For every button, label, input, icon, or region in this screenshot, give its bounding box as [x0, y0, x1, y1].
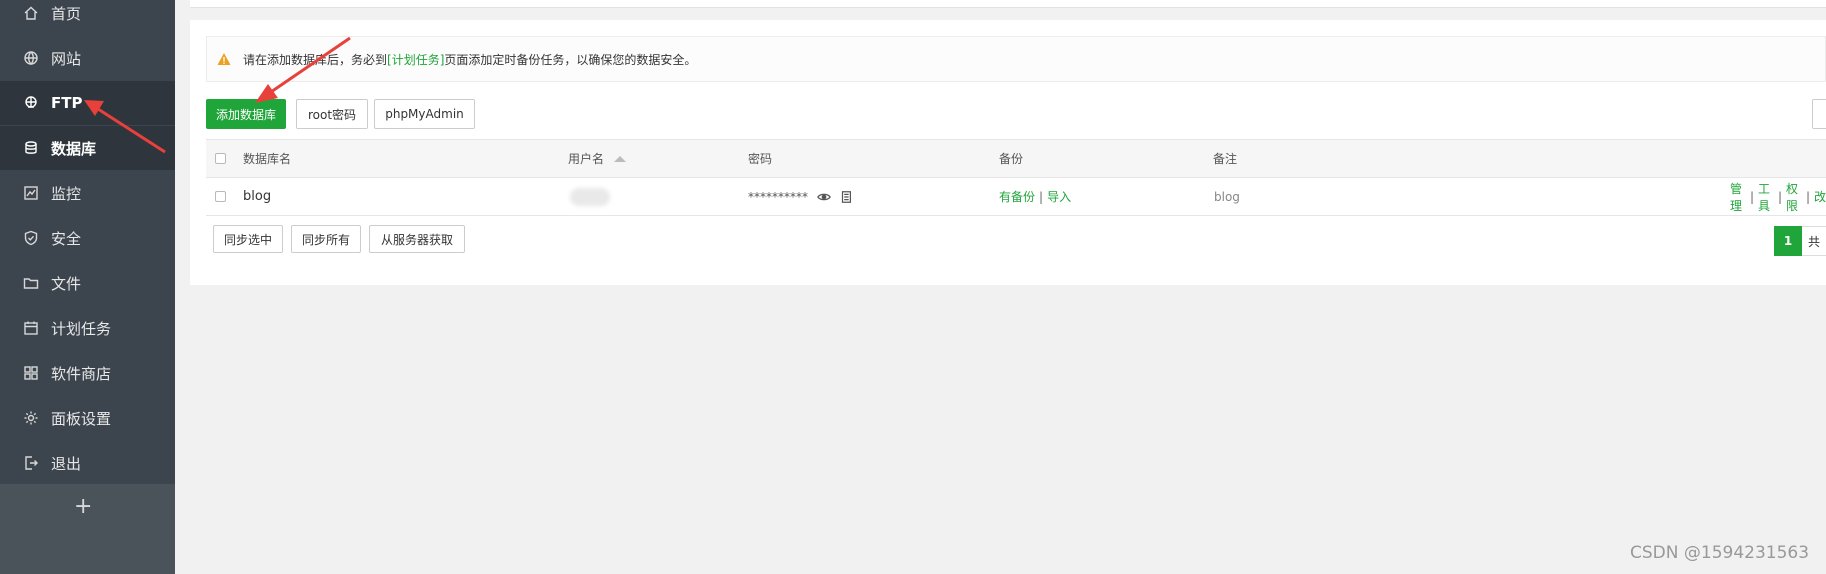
sidebar-item-label: 安全	[51, 229, 82, 248]
sidebar: 首页 网站 FTP 数据库 监控 安全 文件 计划任务 软件商店 面板设置 退出	[0, 0, 175, 574]
username-blurred	[570, 187, 610, 206]
sidebar-item-settings[interactable]: 面板设置	[0, 396, 175, 440]
add-database-button[interactable]: 添加数据库	[206, 99, 286, 129]
sidebar-item-security[interactable]: 安全	[0, 216, 175, 260]
warning-text-suffix: 页面添加定时备份任务，以确保您的数据安全。	[444, 52, 697, 67]
backup-warning: 请在添加数据库后，务必到 [计划任务] 页面添加定时备份任务，以确保您的数据安全。	[206, 36, 1826, 82]
sidebar-item-cron[interactable]: 计划任务	[0, 306, 175, 350]
copy-icon[interactable]	[839, 190, 853, 204]
cron-task-link[interactable]: [计划任务]	[387, 51, 444, 68]
sidebar-item-database[interactable]: 数据库	[0, 126, 175, 170]
warning-text-prefix: 请在添加数据库后，务必到	[243, 52, 388, 67]
action-separator: |	[1805, 189, 1810, 204]
sidebar-item-label: FTP	[51, 94, 83, 112]
sidebar-item-label: 监控	[51, 184, 82, 203]
warning-icon	[217, 53, 231, 65]
backup-separator: |	[1039, 189, 1044, 204]
database-icon	[22, 139, 40, 157]
column-header-remark: 备注	[1213, 152, 1238, 166]
sidebar-item-website[interactable]: 网站	[0, 36, 175, 80]
sidebar-item-label: 首页	[51, 4, 82, 23]
calendar-icon	[22, 319, 40, 337]
csdn-watermark: CSDN @1594231563	[1630, 543, 1810, 563]
password-mask: **********	[748, 189, 808, 204]
folder-icon	[22, 274, 40, 292]
sidebar-item-logout[interactable]: 退出	[0, 441, 175, 485]
table-row: blog ********** 有备份 | 导入 blog 管理 | 工具 | 权限 | 改	[206, 178, 1826, 216]
logout-icon	[22, 454, 40, 472]
column-header-password: 密码	[748, 152, 773, 166]
sidebar-item-label: 软件商店	[51, 364, 112, 383]
sidebar-item-label: 面板设置	[51, 409, 112, 428]
sync-all-button[interactable]: 同步所有	[291, 225, 361, 253]
globe-icon	[22, 49, 40, 67]
backup-status-link[interactable]: 有备份	[999, 188, 1035, 205]
column-header-backup: 备份	[999, 152, 1024, 166]
permission-link[interactable]: 权限	[1786, 180, 1802, 214]
monitor-icon	[22, 184, 40, 202]
column-header-user[interactable]: 用户名	[568, 150, 604, 167]
ftp-icon	[22, 94, 40, 112]
sidebar-item-files[interactable]: 文件	[0, 261, 175, 305]
change-password-link[interactable]: 改	[1814, 188, 1826, 205]
database-panel: 请在添加数据库后，务必到 [计划任务] 页面添加定时备份任务，以确保您的数据安全。 …	[190, 20, 1826, 285]
sidebar-item-label: 计划任务	[51, 319, 112, 338]
sidebar-item-label: 文件	[51, 274, 82, 293]
toolbar-right-button[interactable]	[1812, 99, 1826, 129]
shield-icon	[22, 229, 40, 247]
database-name: blog	[243, 189, 272, 204]
sidebar-item-monitor[interactable]: 监控	[0, 171, 175, 215]
pager-total: 共	[1802, 226, 1826, 256]
action-separator: |	[1777, 189, 1782, 204]
table-header: 数据库名 用户名 密码 备份 备注	[206, 139, 1826, 178]
home-icon	[22, 4, 40, 22]
sort-asc-icon[interactable]	[614, 155, 627, 162]
import-link[interactable]: 导入	[1047, 188, 1071, 205]
sidebar-item-label: 数据库	[51, 139, 97, 158]
remark-text[interactable]: blog	[1214, 190, 1240, 204]
eye-icon[interactable]	[817, 190, 831, 204]
pager-current-page[interactable]: 1	[1774, 226, 1802, 256]
sidebar-add-button[interactable]: +	[0, 484, 175, 574]
sidebar-item-label: 退出	[51, 454, 82, 473]
phpmyadmin-button[interactable]: phpMyAdmin	[374, 99, 475, 129]
plus-icon: +	[74, 494, 93, 519]
column-header-name[interactable]: 数据库名	[243, 150, 291, 167]
row-checkbox[interactable]	[215, 191, 226, 202]
sidebar-item-store[interactable]: 软件商店	[0, 351, 175, 395]
select-all-checkbox[interactable]	[215, 153, 226, 164]
sidebar-item-home[interactable]: 首页	[0, 0, 175, 35]
sync-selected-button[interactable]: 同步选中	[213, 225, 283, 253]
action-separator: |	[1749, 189, 1754, 204]
manage-link[interactable]: 管理	[1730, 180, 1746, 214]
root-password-button[interactable]: root密码	[296, 99, 368, 129]
fetch-from-server-button[interactable]: 从服务器获取	[369, 225, 465, 253]
sidebar-item-label: 网站	[51, 49, 82, 68]
apps-icon	[22, 364, 40, 382]
gear-icon	[22, 409, 40, 427]
top-strip	[190, 0, 1826, 8]
tools-link[interactable]: 工具	[1758, 180, 1774, 214]
sidebar-item-ftp[interactable]: FTP	[0, 81, 175, 125]
